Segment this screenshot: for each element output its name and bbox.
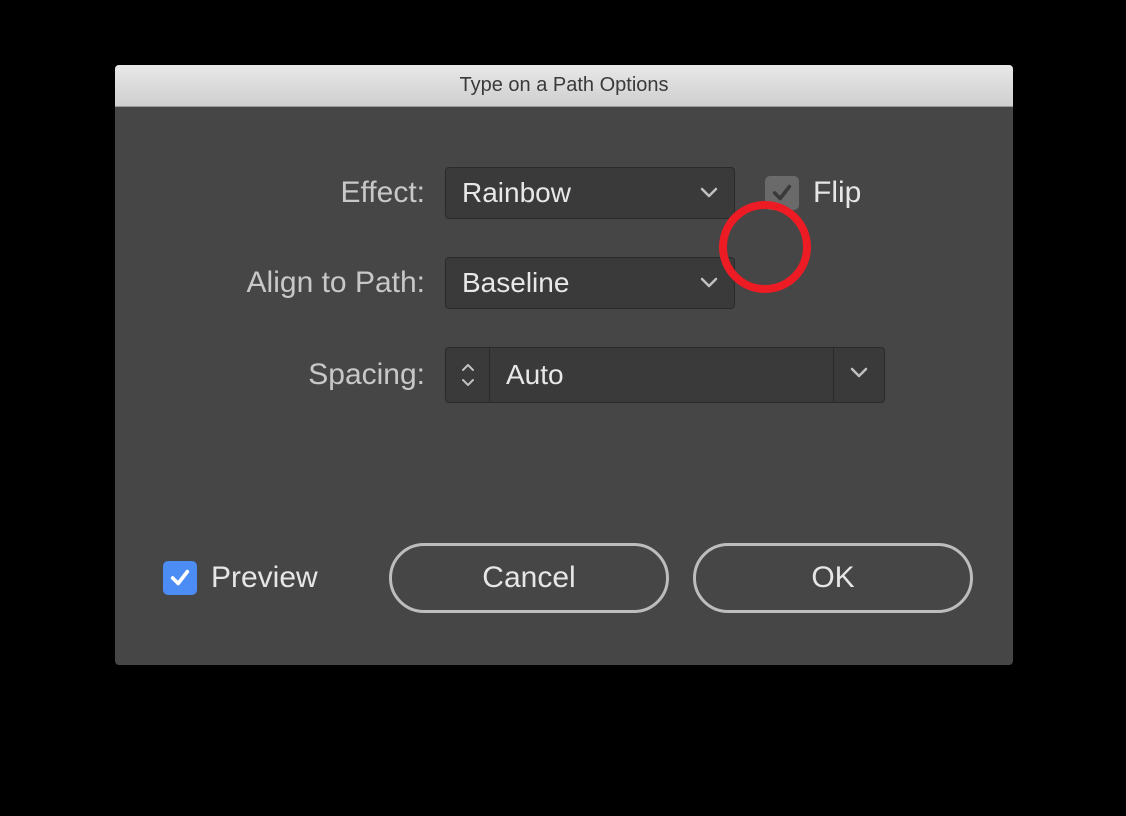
cancel-button[interactable]: Cancel <box>389 543 669 613</box>
dialog-titlebar: Type on a Path Options <box>115 65 1013 107</box>
chevron-down-icon <box>850 366 868 384</box>
ok-button-label: OK <box>811 561 854 595</box>
align-row: Align to Path: Baseline <box>155 257 973 309</box>
preview-label: Preview <box>211 561 318 595</box>
flip-label: Flip <box>813 176 861 210</box>
ok-button[interactable]: OK <box>693 543 973 613</box>
dialog-title: Type on a Path Options <box>459 74 668 97</box>
dialog-body: Effect: Rainbow Flip Align to Path: Base… <box>115 107 1013 481</box>
preview-checkbox[interactable] <box>163 561 197 595</box>
spacing-input[interactable]: Auto <box>489 347 833 403</box>
chevron-down-icon <box>461 378 475 386</box>
type-on-path-dialog: Type on a Path Options Effect: Rainbow F… <box>115 65 1013 665</box>
align-value: Baseline <box>462 267 569 299</box>
chevron-up-icon <box>461 364 475 372</box>
spacing-dropdown[interactable] <box>833 347 885 403</box>
effect-label: Effect: <box>155 176 445 210</box>
spacing-stepper[interactable] <box>445 347 489 403</box>
chevron-down-icon <box>700 277 718 289</box>
spacing-row: Spacing: Auto <box>155 347 973 403</box>
spacing-label: Spacing: <box>155 358 445 392</box>
align-select[interactable]: Baseline <box>445 257 735 309</box>
spacing-spinner: Auto <box>445 347 885 403</box>
effect-value: Rainbow <box>462 177 571 209</box>
spacing-value: Auto <box>506 359 564 391</box>
effect-select[interactable]: Rainbow <box>445 167 735 219</box>
dialog-buttons: Cancel OK <box>389 543 973 613</box>
effect-row: Effect: Rainbow Flip <box>155 167 973 219</box>
preview-group: Preview <box>163 561 318 595</box>
button-row: Preview Cancel OK <box>155 543 973 613</box>
align-label: Align to Path: <box>155 266 445 300</box>
chevron-down-icon <box>700 187 718 199</box>
flip-checkbox[interactable] <box>765 176 799 210</box>
cancel-button-label: Cancel <box>482 561 575 595</box>
